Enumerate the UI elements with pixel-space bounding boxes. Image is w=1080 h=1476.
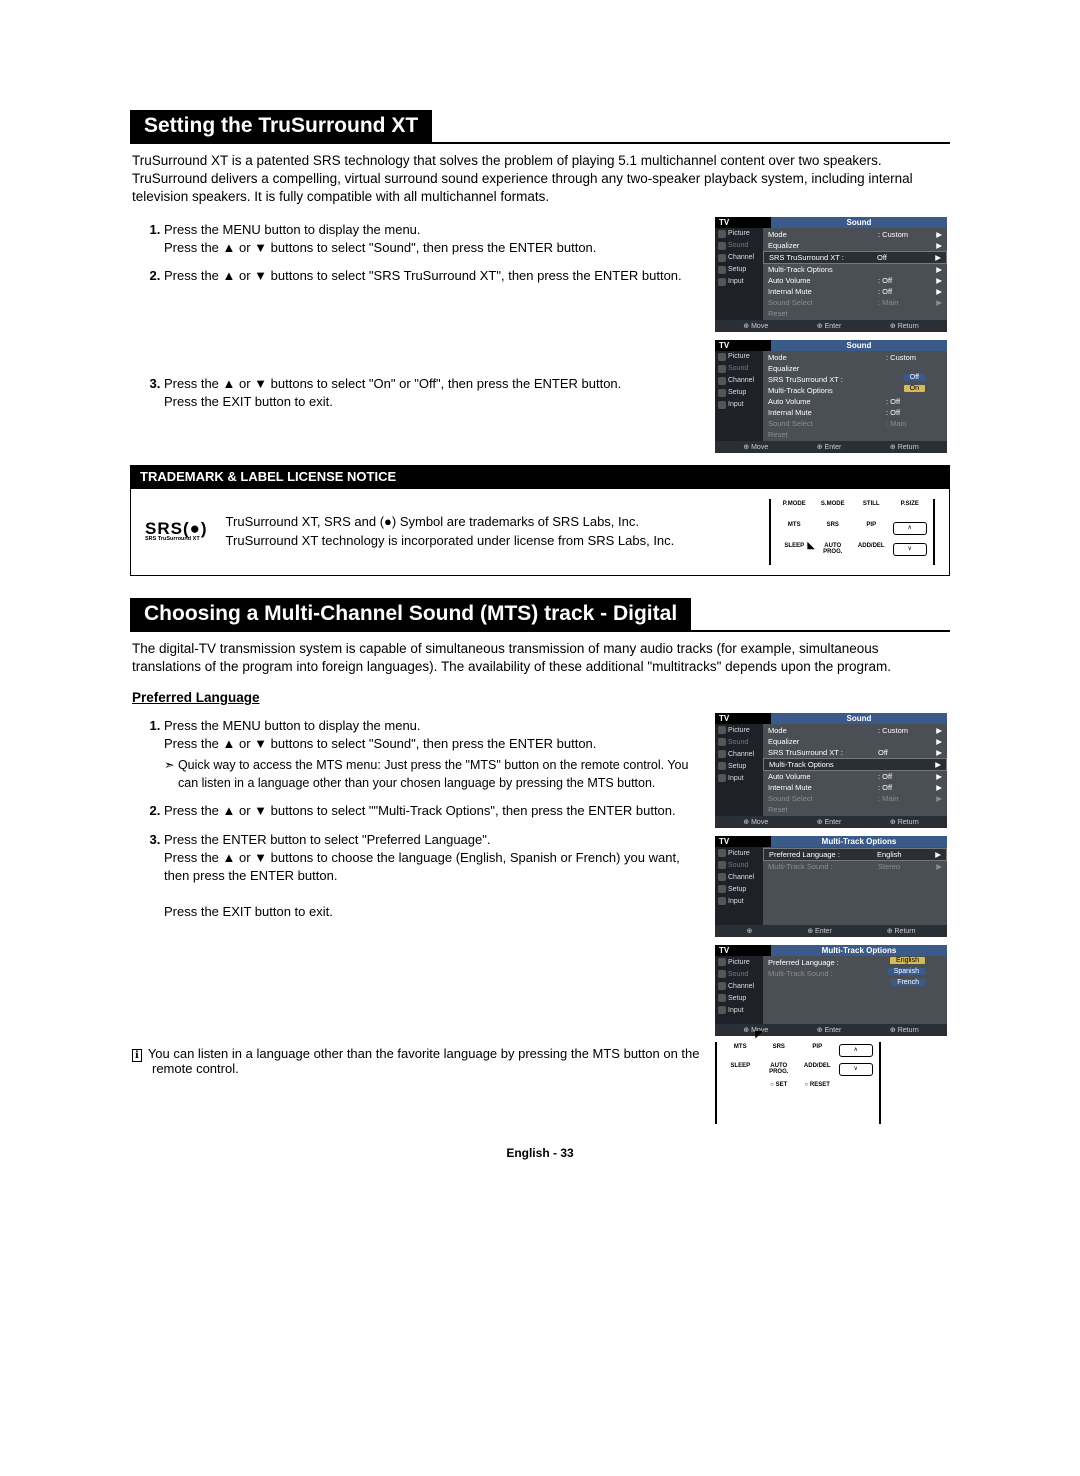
mts-steps: Press the MENU button to display the men… — [130, 717, 701, 922]
srs-logo: SRS(●) SRS TruSurround XT — [145, 520, 208, 543]
tv-menu-srs-options: TVSound Picture Sound Channel Setup Inpu… — [715, 340, 947, 453]
remote-fragment-2: MTSSRS◤PIP∧ SLEEPAUTO PROG.ADD/DEL∨ ○ SE… — [715, 1042, 881, 1124]
channel-icon — [718, 254, 726, 262]
tv-menu-sound-srs-selected: TVSound Picture Sound Channel Setup Inpu… — [715, 217, 947, 332]
step-2: Press the ▲ or ▼ buttons to select "SRS … — [164, 267, 701, 365]
sound-icon — [718, 242, 726, 250]
section1-intro: TruSurround XT is a patented SRS technol… — [130, 152, 950, 207]
remote-fragment-1: P.MODES.MODESTILLP.SIZE MTSSRSPIP∧ SLEEP… — [769, 499, 935, 565]
tv-menu-sound-mto-selected: TVSound Picture Sound Channel Setup Inpu… — [715, 713, 947, 828]
section-heading-trusurround: Setting the TruSurround XT — [130, 110, 950, 144]
note-icon: ℹ — [132, 1049, 142, 1062]
mts-step-3: Press the ENTER button to select "Prefer… — [164, 831, 701, 922]
section2-intro: The digital-TV transmission system is ca… — [130, 640, 950, 676]
section-title: Setting the TruSurround XT — [130, 110, 432, 142]
tv-menu-mto: TVMulti-Track Options Picture Sound Chan… — [715, 836, 947, 937]
step-3: Press the ▲ or ▼ buttons to select "On" … — [164, 375, 701, 411]
trusurround-steps: Press the MENU button to display the men… — [130, 221, 701, 412]
mts-note: ℹYou can listen in a language other than… — [130, 1046, 701, 1076]
mts-step-1: Press the MENU button to display the men… — [164, 717, 701, 792]
preferred-language-subheading: Preferred Language — [132, 690, 950, 705]
mts-quick-tip: ➣ Quick way to access the MTS menu: Just… — [164, 757, 701, 792]
trademark-heading: TRADEMARK & LABEL LICENSE NOTICE — [130, 465, 950, 488]
step-1: Press the MENU button to display the men… — [164, 221, 701, 257]
picture-icon — [718, 230, 726, 238]
setup-icon — [718, 266, 726, 274]
trademark-body: SRS(●) SRS TruSurround XT TruSurround XT… — [130, 488, 950, 576]
input-icon — [718, 278, 726, 286]
section-heading-mts: Choosing a Multi-Channel Sound (MTS) tra… — [130, 598, 950, 632]
section-title: Choosing a Multi-Channel Sound (MTS) tra… — [130, 598, 691, 630]
tv-menu-language-options: TVMulti-Track Options Picture Sound Chan… — [715, 945, 947, 1036]
page-footer: English - 33 — [130, 1146, 950, 1160]
mts-step-2: Press the ▲ or ▼ buttons to select ""Mul… — [164, 802, 701, 820]
